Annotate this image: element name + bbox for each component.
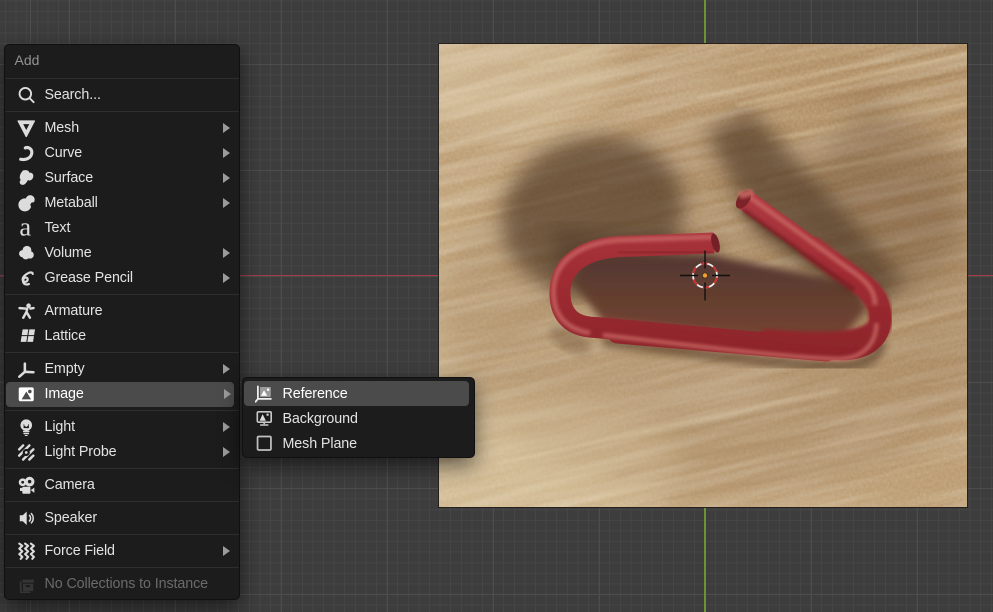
svg-text:a: a (19, 219, 31, 238)
